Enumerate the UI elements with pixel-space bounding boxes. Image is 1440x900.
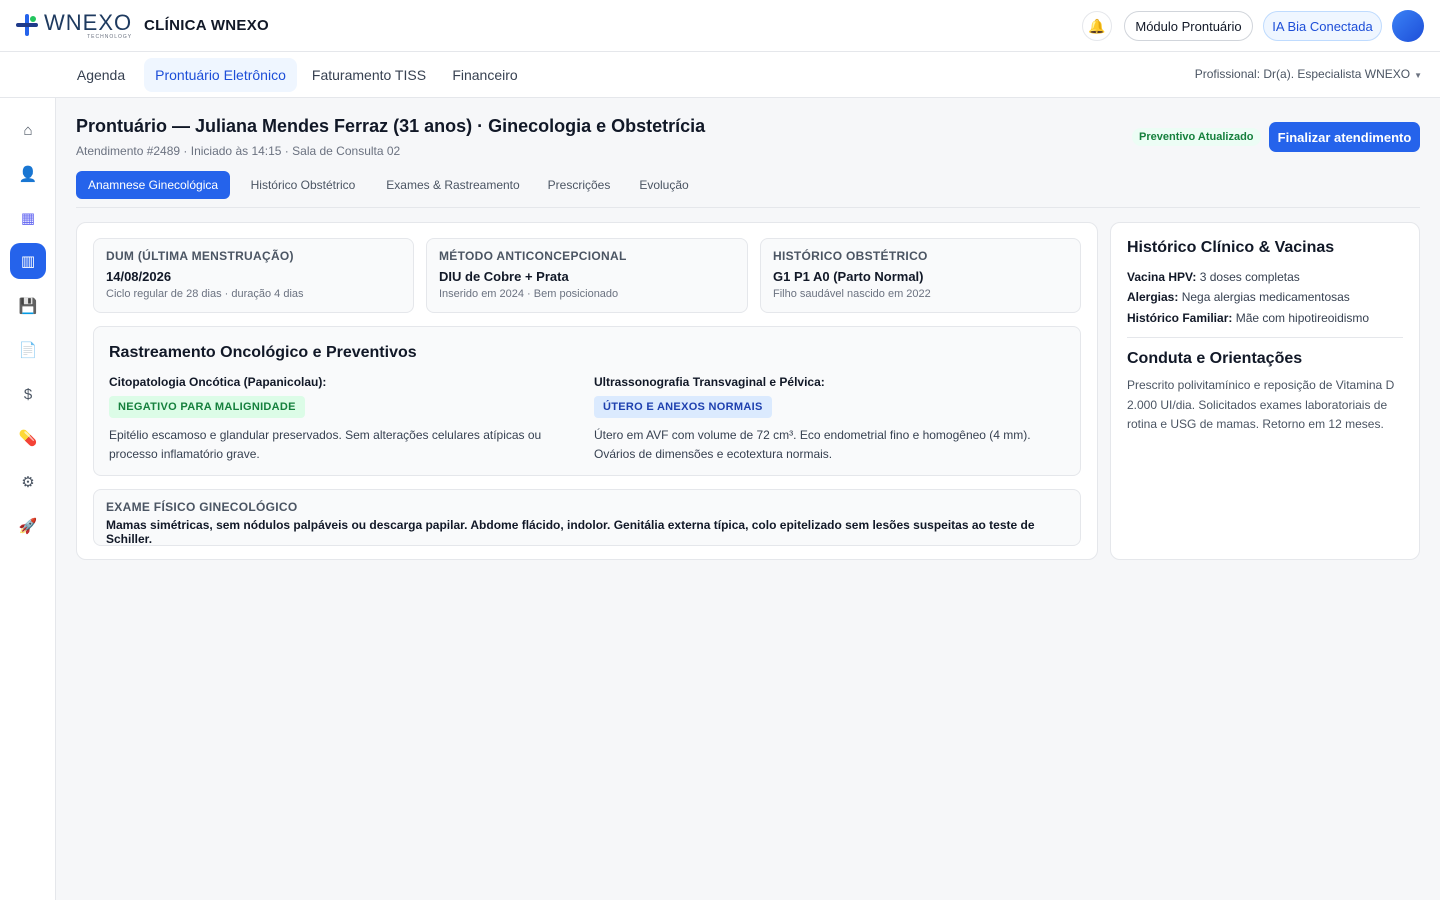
- divider: [1127, 337, 1403, 338]
- clinic-name: CLÍNICA WNEXO: [144, 17, 270, 34]
- pill-icon[interactable]: 💊: [10, 420, 46, 456]
- summary-note: Inserido em 2024 · Bem posicionado: [439, 288, 619, 300]
- summary-historico: Histórico Obstétrico G1 P1 A0 (Parto Nor…: [760, 238, 1081, 313]
- home-icon[interactable]: ⌂: [10, 112, 46, 148]
- main-nav: Agenda Prontuário Eletrônico Faturamento…: [0, 52, 1440, 98]
- chevron-down-icon: ▼: [1414, 71, 1422, 80]
- status-badge: Preventivo Atualizado: [1132, 128, 1261, 146]
- exam-papanicolau: Citopatologia Oncótica (Papanicolau): NE…: [109, 375, 589, 464]
- profissional-label: Profissional: Dr(a). Especialista WNEXO: [1194, 67, 1411, 81]
- save-icon[interactable]: 💾: [10, 288, 46, 324]
- logo-word: WNEXO: [44, 10, 133, 35]
- sidebar: ⌂ 👤 ▦ ▥ 💾 📄 $ 💊 ⚙ 🚀: [0, 98, 56, 900]
- exam-result-badge: NEGATIVO PARA MALIGNIDADE: [109, 396, 305, 418]
- document-icon[interactable]: 📄: [10, 332, 46, 368]
- historico-row: Alergias: Nega alergias medicamentosas: [1127, 290, 1350, 304]
- summary-metodo: Método Anticoncepcional DIU de Cobre + P…: [426, 238, 748, 313]
- records-icon[interactable]: ▥: [10, 243, 46, 279]
- tab-anamnese[interactable]: Anamnese Ginecológica: [76, 171, 230, 199]
- exam-result-badge: ÚTERO E ANEXOS NORMAIS: [594, 396, 772, 418]
- rastreamento-section: Rastreamento Oncológico e Preventivos Ci…: [93, 326, 1081, 476]
- tab-exames[interactable]: Exames & Rastreamento: [376, 171, 530, 199]
- calendar-icon[interactable]: ▦: [10, 200, 46, 236]
- nav-item-faturamento[interactable]: Faturamento TISS: [305, 58, 433, 92]
- tab-historico-obstetrico[interactable]: Histórico Obstétrico: [238, 171, 368, 199]
- summary-dum: DUM (Última Menstruação) 14/08/2026 Cicl…: [93, 238, 414, 313]
- conduta-text: Prescrito polivitamínico e reposição de …: [1127, 378, 1395, 431]
- conduta-title: Conduta e Orientações: [1127, 350, 1303, 367]
- page-subtitle: Atendimento #2489 · Iniciado às 14:15 · …: [76, 144, 401, 158]
- historico-card: Histórico Clínico & Vacinas Vacina HPV: …: [1110, 222, 1420, 560]
- top-bar: WNEXO TECHNOLOGY CLÍNICA WNEXO 🔔 Módulo …: [0, 0, 1440, 52]
- logo-subtitle: TECHNOLOGY: [87, 34, 133, 40]
- nav-item-prontuario[interactable]: Prontuário Eletrônico: [144, 58, 297, 92]
- summary-note: Filho saudável nascido em 2022: [773, 288, 931, 300]
- summary-label: DUM (Última Menstruação): [106, 249, 294, 263]
- ia-status-button[interactable]: IA Bia Conectada: [1263, 11, 1382, 41]
- avatar[interactable]: [1392, 10, 1424, 42]
- nav-item-agenda[interactable]: Agenda: [66, 58, 136, 92]
- historico-row: Vacina HPV: 3 doses completas: [1127, 270, 1300, 284]
- logo[interactable]: WNEXO TECHNOLOGY: [14, 12, 132, 40]
- exame-fisico-label: Exame Físico Ginecológico: [106, 500, 298, 514]
- summary-value: G1 P1 A0 (Parto Normal): [773, 269, 924, 284]
- summary-value: DIU de Cobre + Prata: [439, 269, 569, 284]
- exam-name: Citopatologia Oncótica (Papanicolau):: [109, 375, 327, 389]
- exam-name: Ultrassonografia Transvaginal e Pélvica:: [594, 375, 825, 389]
- exam-description: Útero em AVF com volume de 72 cm³. Eco e…: [594, 428, 1031, 461]
- dollar-icon[interactable]: $: [10, 376, 46, 412]
- gear-icon[interactable]: ⚙: [10, 464, 46, 500]
- historico-key: Vacina HPV:: [1127, 270, 1197, 284]
- patient-icon[interactable]: 👤: [10, 156, 46, 192]
- anamnese-card: DUM (Última Menstruação) 14/08/2026 Cicl…: [76, 222, 1098, 560]
- exam-description: Epitélio escamoso e glandular preservado…: [109, 428, 542, 461]
- historico-title: Histórico Clínico & Vacinas: [1127, 239, 1335, 256]
- logo-mark-icon: [14, 12, 40, 38]
- rocket-icon[interactable]: 🚀: [10, 508, 46, 544]
- modulo-prontuario-button[interactable]: Módulo Prontuário: [1124, 11, 1253, 41]
- summary-label: Método Anticoncepcional: [439, 249, 627, 263]
- profissional-selector[interactable]: Profissional: Dr(a). Especialista WNEXO ▼: [1195, 67, 1422, 81]
- tab-prescricoes[interactable]: Prescrições: [538, 171, 620, 199]
- bell-icon[interactable]: 🔔: [1082, 11, 1112, 41]
- exame-fisico-text: Mamas simétricas, sem nódulos palpáveis …: [106, 518, 1035, 546]
- historico-key: Histórico Familiar:: [1127, 311, 1233, 325]
- summary-value: 14/08/2026: [106, 269, 172, 284]
- nav-item-financeiro[interactable]: Financeiro: [443, 58, 527, 92]
- tab-evolucao[interactable]: Evolução: [628, 171, 700, 199]
- exame-fisico-section: Exame Físico Ginecológico Mamas simétric…: [93, 489, 1081, 546]
- historico-row: Histórico Familiar: Mãe com hipotireoidi…: [1127, 311, 1369, 325]
- finalize-button[interactable]: Finalizar atendimento: [1269, 122, 1420, 152]
- historico-value: 3 doses completas: [1199, 270, 1300, 284]
- summary-note: Ciclo regular de 28 dias · duração 4 dia…: [106, 288, 304, 300]
- record-tabs: Anamnese Ginecológica Histórico Obstétri…: [76, 171, 1420, 208]
- rastreamento-title: Rastreamento Oncológico e Preventivos: [109, 344, 417, 361]
- summary-label: Histórico Obstétrico: [773, 249, 928, 263]
- historico-value: Nega alergias medicamentosas: [1181, 290, 1350, 304]
- historico-key: Alergias:: [1127, 290, 1179, 304]
- historico-value: Mãe com hipotireoidismo: [1235, 311, 1370, 325]
- page-title: Prontuário — Juliana Mendes Ferraz (31 a…: [76, 116, 706, 136]
- exam-ultrassom: Ultrassonografia Transvaginal e Pélvica:…: [594, 375, 1074, 464]
